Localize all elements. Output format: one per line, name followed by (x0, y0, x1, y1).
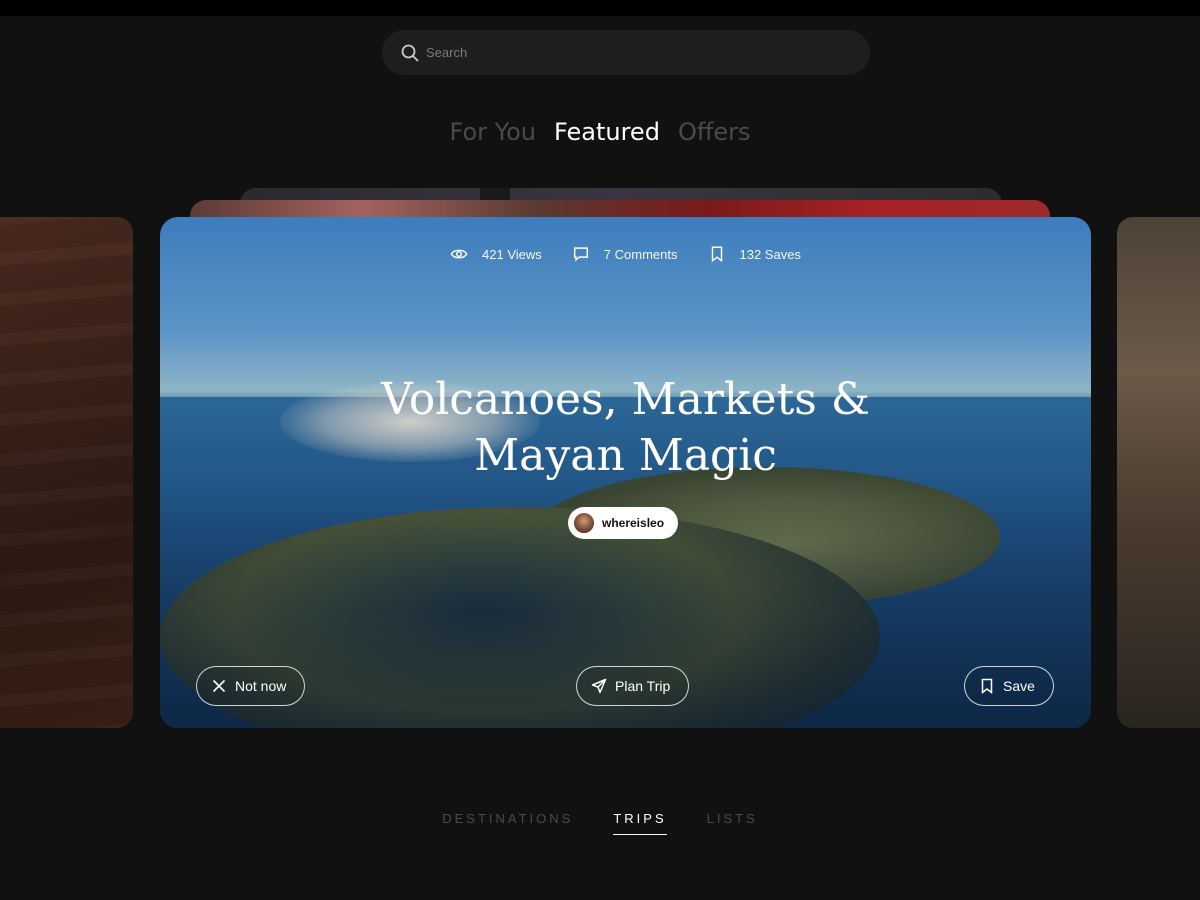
author-name: whereisleo (602, 516, 665, 530)
send-icon (591, 678, 607, 694)
previous-card[interactable] (0, 217, 133, 728)
search-input[interactable] (426, 30, 846, 75)
save-button[interactable]: Save (964, 666, 1054, 706)
avatar (574, 513, 594, 533)
card-stats: 421 Views 7 Comments 132 Saves (160, 245, 1091, 263)
search-icon (401, 44, 419, 62)
saves-count: 132 Saves (739, 246, 801, 262)
eye-icon (450, 249, 468, 259)
close-icon (212, 679, 226, 693)
featured-trip-card[interactable]: 421 Views 7 Comments 132 Saves Volcanoes… (160, 217, 1091, 728)
next-card[interactable] (1117, 217, 1200, 728)
views-stat: 421 Views (450, 245, 542, 263)
not-now-button[interactable]: Not now (196, 666, 306, 706)
comments-count: 7 Comments (603, 246, 678, 262)
views-count: 421 Views (482, 246, 542, 262)
tab-lists[interactable]: LISTS (707, 811, 758, 835)
plan-trip-label: Plan Trip (615, 678, 671, 694)
comment-icon (573, 247, 588, 262)
tab-destinations[interactable]: DESTINATIONS (442, 811, 573, 835)
tab-trips[interactable]: TRIPS (613, 811, 667, 835)
trip-title-line1: Volcanoes, Markets & (380, 374, 871, 425)
tab-for-you[interactable]: For You (450, 118, 537, 146)
saves-stat: 132 Saves (708, 245, 801, 263)
not-now-label: Not now (235, 678, 287, 694)
bottom-tabs: DESTINATIONS TRIPS LISTS (0, 811, 1200, 835)
save-label: Save (1003, 678, 1035, 694)
tab-offers[interactable]: Offers (678, 118, 751, 146)
plan-trip-button[interactable]: Plan Trip (576, 666, 690, 706)
tab-featured[interactable]: Featured (554, 118, 660, 146)
author-chip[interactable]: whereisleo (568, 507, 679, 539)
bookmark-icon (711, 246, 722, 263)
comments-stat[interactable]: 7 Comments (572, 245, 678, 263)
bookmark-icon (981, 678, 993, 694)
top-bar (0, 0, 1200, 16)
trip-title: Volcanoes, Markets & Mayan Magic (160, 372, 1091, 484)
feed-tabs: For You Featured Offers (0, 118, 1200, 146)
search-bar[interactable] (382, 30, 870, 75)
trip-title-line2: Mayan Magic (474, 430, 777, 481)
